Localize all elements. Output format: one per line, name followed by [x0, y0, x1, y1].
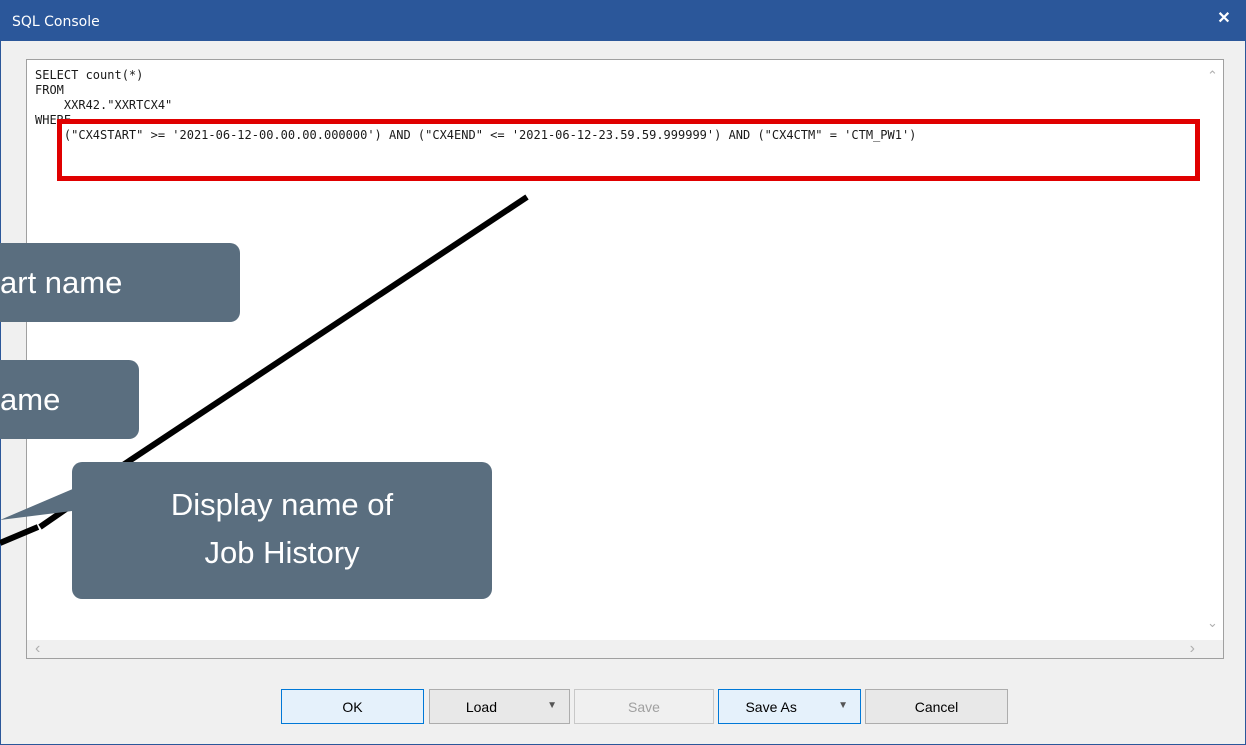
callout-start-name: art name — [0, 243, 240, 322]
pointer-line-2 — [0, 524, 40, 546]
callout-job-history-line2: Job History — [204, 535, 360, 570]
callout-start-name-text: art name — [0, 265, 123, 300]
callout-job-history: Display name of Job History — [72, 462, 492, 599]
pointer-lines — [0, 194, 529, 546]
callout-name-text: ame — [0, 382, 61, 417]
callout-job-history-line1: Display name of — [170, 487, 394, 522]
callout-name: ame — [0, 360, 139, 439]
callout-pointer-tail — [0, 488, 80, 520]
pointer-line-1 — [106, 194, 529, 478]
